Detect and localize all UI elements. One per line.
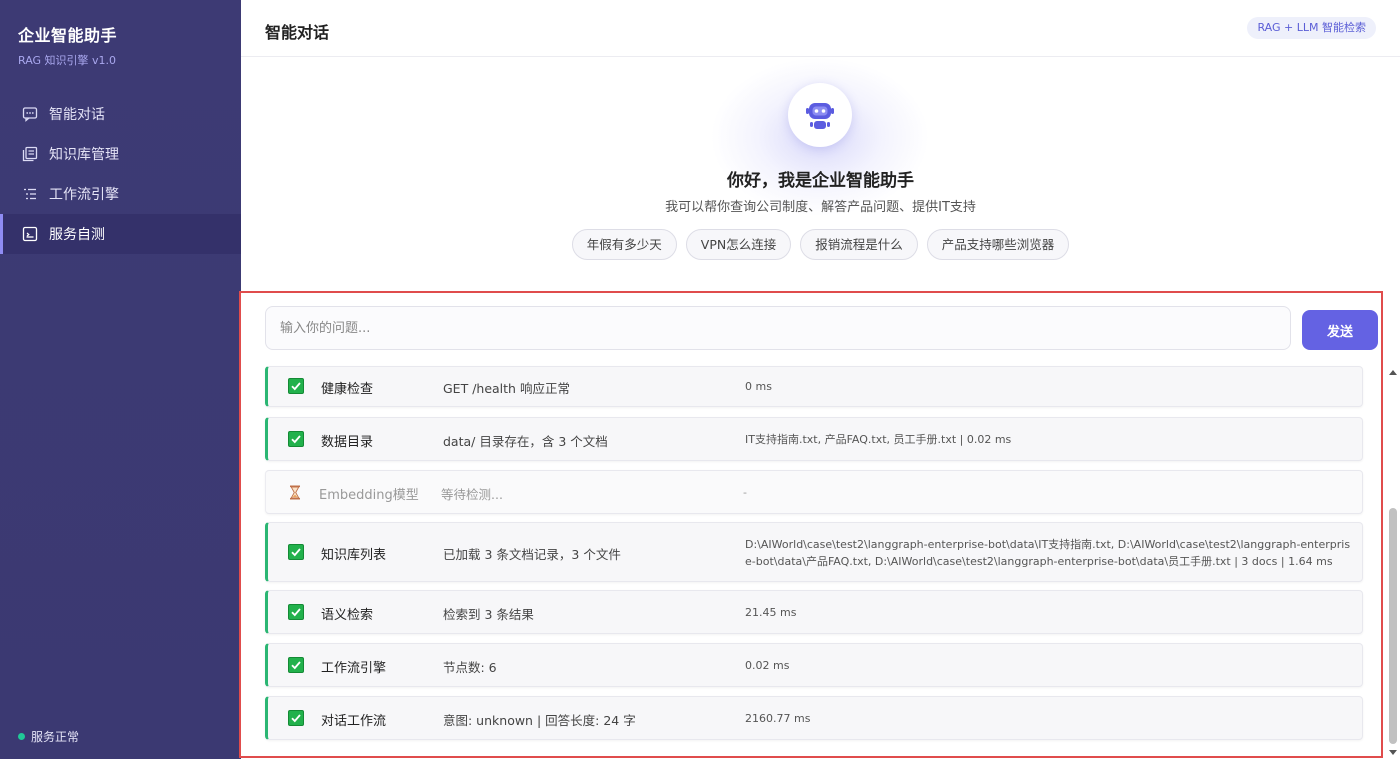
sidebar-item-self-test[interactable]: 服务自测 bbox=[0, 214, 241, 254]
check-row-health: 健康检查 GET /health 响应正常 0 ms bbox=[265, 366, 1363, 407]
test-icon bbox=[22, 226, 38, 242]
sidebar-item-knowledge[interactable]: 知识库管理 bbox=[0, 134, 241, 174]
sidebar-item-label: 工作流引擎 bbox=[49, 187, 119, 203]
app-title: 企业智能助手 bbox=[18, 26, 118, 45]
checkbox-checked-icon bbox=[288, 657, 304, 673]
check-name: 数据目录 bbox=[321, 435, 374, 450]
check-name: 知识库列表 bbox=[321, 548, 387, 563]
header: 智能对话 RAG + LLM 智能检索 bbox=[241, 0, 1400, 57]
check-row-chat-workflow: 对话工作流 意图: unknown | 回答长度: 24 字 2160.77 m… bbox=[265, 696, 1363, 740]
suggestion-list: 年假有多少天 VPN怎么连接 报销流程是什么 产品支持哪些浏览器 bbox=[241, 229, 1400, 260]
service-status-text: 服务正常 bbox=[31, 730, 80, 744]
sidebar-item-chat[interactable]: 智能对话 bbox=[0, 94, 241, 134]
sidebar-item-label: 知识库管理 bbox=[49, 147, 119, 163]
workflow-icon bbox=[22, 186, 38, 202]
greeting-heading: 你好，我是企业智能助手 bbox=[727, 171, 914, 191]
check-description: 节点数: 6 bbox=[443, 660, 497, 675]
sidebar-nav: 智能对话 知识库管理 工作流引擎 服务自测 bbox=[0, 94, 241, 254]
suggestion-chip[interactable]: 产品支持哪些浏览器 bbox=[926, 229, 1070, 260]
check-name: 语义检索 bbox=[321, 608, 374, 623]
check-row-workflow-engine: 工作流引擎 节点数: 6 0.02 ms bbox=[265, 643, 1363, 687]
sidebar-item-workflow[interactable]: 工作流引擎 bbox=[0, 174, 241, 214]
page-title: 智能对话 bbox=[265, 23, 330, 42]
suggestion-chip[interactable]: 报销流程是什么 bbox=[800, 229, 918, 260]
brand: 企业智能助手 RAG 知识引擎 v1.0 bbox=[0, 0, 241, 68]
check-detail: 0 ms bbox=[745, 380, 772, 393]
send-button[interactable]: 发送 bbox=[1302, 310, 1378, 350]
check-detail: 2160.77 ms bbox=[745, 712, 811, 725]
check-row-embedding: Embedding模型 等待检测... - bbox=[265, 470, 1363, 514]
check-row-semantic-search: 语义检索 检索到 3 条结果 21.45 ms bbox=[265, 590, 1363, 634]
app-subtitle: RAG 知识引擎 v1.0 bbox=[18, 54, 117, 67]
check-description: 意图: unknown | 回答长度: 24 字 bbox=[443, 713, 636, 728]
checkbox-checked-icon bbox=[288, 544, 304, 560]
check-name: 健康检查 bbox=[321, 382, 374, 397]
check-name: 工作流引擎 bbox=[321, 661, 387, 676]
self-test-panel: 发送 健康检查 GET /health 响应正常 0 ms 数据目录 data/… bbox=[239, 291, 1383, 758]
check-detail: D:\AIWorld\case\test2\langgraph-enterpri… bbox=[745, 538, 1351, 568]
greeting-subtitle: 我可以帮你查询公司制度、解答产品问题、提供IT支持 bbox=[665, 200, 976, 215]
check-description: 检索到 3 条结果 bbox=[443, 607, 534, 622]
checkbox-checked-icon bbox=[288, 604, 304, 620]
suggestion-chip[interactable]: VPN怎么连接 bbox=[685, 229, 792, 260]
suggestion-chip[interactable]: 年假有多少天 bbox=[571, 229, 677, 260]
status-dot-icon bbox=[18, 733, 25, 740]
check-detail: 21.45 ms bbox=[745, 606, 797, 619]
robot-icon bbox=[806, 103, 834, 129]
check-description: data/ 目录存在，含 3 个文档 bbox=[443, 434, 608, 449]
check-row-data-dir: 数据目录 data/ 目录存在，含 3 个文档 IT支持指南.txt, 产品FA… bbox=[265, 417, 1363, 461]
check-detail: - bbox=[743, 486, 747, 499]
mode-badge: RAG + LLM 智能检索 bbox=[1247, 17, 1376, 39]
check-row-knowledge-list: 知识库列表 已加载 3 条文档记录，3 个文件 D:\AIWorld\case\… bbox=[265, 522, 1363, 582]
checkbox-checked-icon bbox=[288, 710, 304, 726]
scroll-up-arrow-icon[interactable] bbox=[1389, 370, 1397, 375]
question-input[interactable] bbox=[265, 306, 1291, 350]
robot-avatar bbox=[788, 83, 852, 147]
check-detail: 0.02 ms bbox=[745, 659, 790, 672]
scrollbar-thumb[interactable] bbox=[1389, 508, 1397, 744]
sidebar: 企业智能助手 RAG 知识引擎 v1.0 智能对话 知识库管理 工作流引擎 服务… bbox=[0, 0, 241, 759]
check-description: 已加载 3 条文档记录，3 个文件 bbox=[443, 547, 621, 562]
sidebar-item-label: 服务自测 bbox=[49, 227, 105, 243]
hourglass-icon bbox=[288, 484, 302, 500]
sidebar-item-label: 智能对话 bbox=[49, 107, 105, 123]
welcome-section: 你好，我是企业智能助手 我可以帮你查询公司制度、解答产品问题、提供IT支持 年假… bbox=[241, 57, 1400, 289]
chat-icon bbox=[22, 106, 38, 122]
check-description: GET /health 响应正常 bbox=[443, 381, 570, 396]
library-icon bbox=[22, 146, 38, 162]
checkbox-checked-icon bbox=[288, 378, 304, 394]
check-name: Embedding模型 bbox=[319, 488, 419, 503]
service-status: 服务正常 bbox=[18, 728, 79, 745]
check-description: 等待检测... bbox=[441, 487, 503, 502]
scroll-down-arrow-icon[interactable] bbox=[1389, 750, 1397, 755]
check-detail: IT支持指南.txt, 产品FAQ.txt, 员工手册.txt | 0.02 m… bbox=[745, 433, 1012, 446]
checkbox-checked-icon bbox=[288, 431, 304, 447]
check-name: 对话工作流 bbox=[321, 714, 387, 729]
input-row: 发送 bbox=[265, 306, 1378, 351]
scrollbar[interactable] bbox=[1386, 366, 1400, 759]
